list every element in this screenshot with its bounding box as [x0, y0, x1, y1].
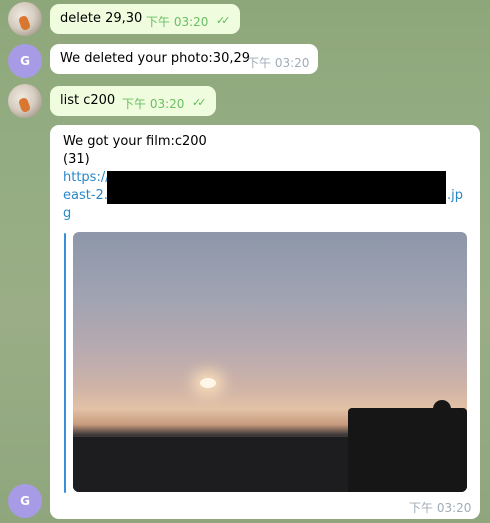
user-avatar[interactable]	[8, 2, 42, 36]
message-bubble-incoming-link-preview[interactable]: We got your film:c200 (31) https:// east…	[50, 125, 480, 519]
message-time: 下午 03:20	[146, 15, 209, 29]
message-link-mid-right[interactable]: .jp	[447, 187, 463, 205]
message-time: 下午 03:20	[122, 97, 185, 111]
message-time: 下午 03:20	[247, 56, 310, 70]
bot-avatar[interactable]: G	[8, 484, 42, 518]
bot-avatar[interactable]: G	[8, 44, 42, 78]
double-check-icon: ✓✓	[192, 96, 207, 109]
message-line-2: (31)	[63, 152, 90, 167]
redaction-block	[107, 171, 446, 204]
user-avatar[interactable]	[8, 84, 42, 118]
avatar-initial: G	[20, 494, 30, 508]
message-bubble-incoming[interactable]: We deleted your photo:30,29 下午 03:20	[50, 44, 318, 74]
message-bubble-outgoing[interactable]: delete 29,30 下午 03:20 ✓✓	[50, 4, 240, 34]
message-text: We deleted your photo:30,29	[60, 51, 251, 66]
message-text: list c200	[60, 93, 116, 108]
avatar-initial: G	[20, 54, 30, 68]
link-preview-accent-bar	[64, 233, 66, 493]
sun-shape	[200, 378, 216, 388]
link-preview-image[interactable]	[73, 232, 467, 492]
person-silhouette	[433, 400, 451, 492]
double-check-icon: ✓✓	[216, 14, 231, 27]
message-link-end[interactable]: g	[63, 205, 473, 223]
message-time: 下午 03:20	[409, 501, 472, 515]
message-line-1: We got your film:c200	[63, 134, 207, 149]
message-bubble-outgoing[interactable]: list c200 下午 03:20 ✓✓	[50, 86, 216, 116]
message-text: delete 29,30	[60, 11, 143, 26]
